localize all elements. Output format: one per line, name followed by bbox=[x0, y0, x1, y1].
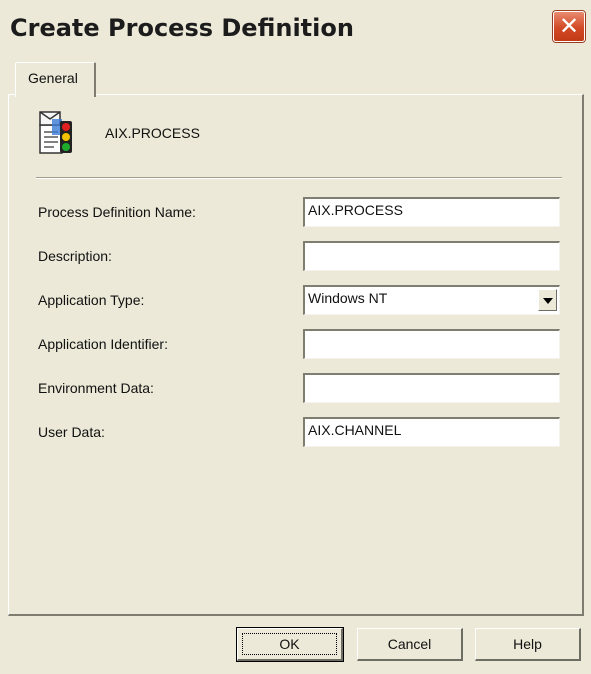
window-title: Create Process Definition bbox=[10, 14, 354, 42]
application-type-value: Windows NT bbox=[308, 290, 388, 306]
process-definition-name-label: Process Definition Name: bbox=[38, 204, 196, 220]
separator bbox=[36, 177, 562, 179]
close-icon: ✕ bbox=[558, 12, 580, 40]
help-button[interactable]: Help bbox=[475, 628, 581, 661]
application-identifier-label: Application Identifier: bbox=[38, 336, 168, 352]
application-type-label: Application Type: bbox=[38, 292, 145, 308]
close-button[interactable]: ✕ bbox=[553, 11, 585, 42]
user-data-field[interactable]: AIX.CHANNEL bbox=[303, 417, 560, 447]
dropdown-arrow-button[interactable] bbox=[538, 289, 557, 311]
process-definition-icon bbox=[38, 111, 76, 155]
cancel-button[interactable]: Cancel bbox=[357, 628, 463, 661]
process-definition-name-value: AIX.PROCESS bbox=[308, 202, 403, 218]
tab-label: General bbox=[28, 70, 78, 86]
user-data-value: AIX.CHANNEL bbox=[308, 422, 402, 438]
description-label: Description: bbox=[38, 248, 112, 264]
user-data-label: User Data: bbox=[38, 424, 105, 440]
object-name: AIX.PROCESS bbox=[105, 125, 200, 141]
environment-data-field[interactable] bbox=[303, 373, 560, 403]
environment-data-label: Environment Data: bbox=[38, 380, 154, 396]
tab-general[interactable]: General bbox=[15, 62, 96, 97]
title-bar[interactable]: Create Process Definition ✕ bbox=[0, 0, 591, 45]
description-field[interactable] bbox=[303, 241, 560, 271]
chevron-down-icon bbox=[543, 298, 553, 304]
process-definition-name-field[interactable]: AIX.PROCESS bbox=[303, 197, 560, 227]
application-identifier-field[interactable] bbox=[303, 329, 560, 359]
ok-button-label: OK bbox=[242, 633, 337, 655]
ok-button[interactable]: OK bbox=[236, 627, 344, 662]
application-type-dropdown[interactable]: Windows NT bbox=[303, 285, 560, 315]
